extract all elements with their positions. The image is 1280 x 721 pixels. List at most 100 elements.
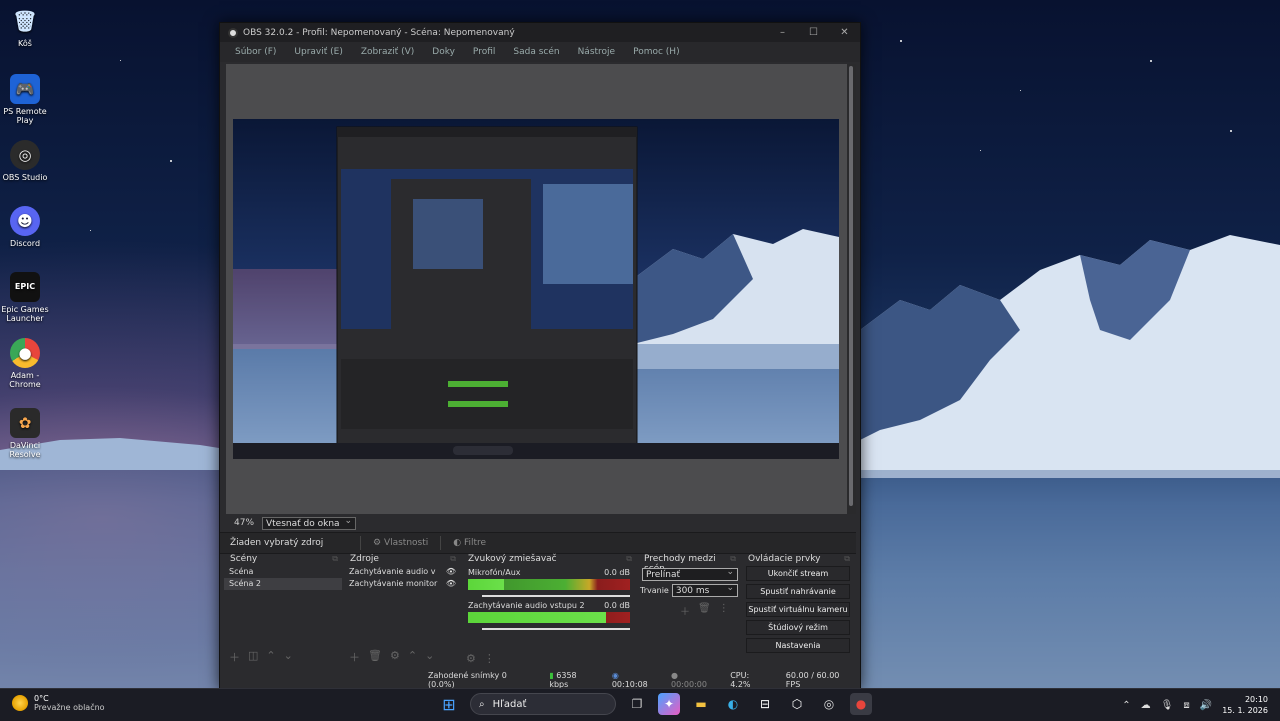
properties-button[interactable]: ⚙ Vlastnosti [360, 536, 440, 550]
move-up-icon[interactable]: ⌃ [408, 649, 417, 665]
menu-profile[interactable]: Profil [464, 47, 504, 57]
weather-widget[interactable]: 0°C Prevažne oblačno [12, 694, 105, 712]
recording-time: ● 00:00:00 [671, 671, 707, 689]
controls-dock: Ovládacie prvky Ukončiť stream Spustiť n… [742, 554, 854, 671]
transitions-title: Prechody medzi scén... [638, 554, 740, 574]
copilot-icon[interactable]: ✦ [658, 693, 680, 715]
add-scene-icon[interactable]: ＋ [229, 649, 240, 665]
volume-icon[interactable]: 🔊 [1200, 700, 1212, 711]
davinci-resolve-icon: ✿ [10, 408, 40, 438]
edge-icon[interactable]: ◐ [722, 693, 744, 715]
cloud-icon[interactable]: ☁ [1141, 700, 1151, 711]
network-icon[interactable]: ⧈ [1183, 700, 1189, 711]
record-icon: ● [671, 671, 678, 680]
obs-window: OBS 32.0.2 - Profil: Nepomenovaný - Scén… [219, 22, 861, 690]
menu-edit[interactable]: Upraviť (E) [285, 47, 351, 57]
stream-time: ◉ 00:10:08 [611, 671, 648, 689]
scene-item[interactable]: Scéna 2 [224, 578, 342, 590]
mixer-title: Zvukový zmiešavač [462, 554, 636, 566]
sources-dock: Zdroje Zachytávanie audio v 👁 Zachytávan… [344, 554, 460, 671]
scene-item[interactable]: Scéna [224, 566, 342, 578]
zoom-bar: 47% Vtesnať do okna [220, 515, 870, 531]
start-recording-button[interactable]: Spustiť nahrávanie [746, 584, 850, 599]
menu-file[interactable]: Súbor (F) [226, 47, 285, 57]
filters-button[interactable]: ◐ Filtre [440, 536, 498, 550]
desktop-icon-davinci-resolve[interactable]: ✿ DaVinci Resolve [0, 408, 50, 459]
menu-bar: Súbor (F) Upraviť (E) Zobraziť (V) Doky … [220, 42, 860, 62]
file-explorer-icon[interactable]: ▬ [690, 693, 712, 715]
task-view-icon[interactable]: ❐ [626, 693, 648, 715]
tray-overflow-icon[interactable]: ⌃ [1122, 700, 1130, 711]
signal-icon: ▮ [549, 671, 554, 680]
menu-help[interactable]: Pomoc (H) [624, 47, 689, 57]
zoom-mode-select[interactable]: Vtesnať do okna [262, 515, 356, 530]
move-up-icon[interactable]: ⌃ [266, 649, 275, 665]
transition-menu-icon[interactable]: ⋮ [719, 603, 729, 618]
dropped-frames: Zahodené snímky 0 (0.0%) [428, 671, 507, 689]
mixer-toolbar: ⚙ ⋮ [466, 652, 495, 665]
desktop-icon-epic-games[interactable]: EPIC Epic Games Launcher [0, 272, 50, 323]
menu-view[interactable]: Zobraziť (V) [352, 47, 423, 57]
weather-icon [12, 695, 28, 711]
move-down-icon[interactable]: ⌄ [425, 649, 434, 665]
scenes-title: Scény [224, 554, 342, 566]
scene-filters-icon[interactable]: ◫ [248, 649, 258, 665]
stop-stream-button[interactable]: Ukončiť stream [746, 566, 850, 581]
minimize-button[interactable]: – [767, 27, 798, 38]
chrome-taskbar-icon[interactable]: ● [850, 693, 872, 715]
volume-slider[interactable] [482, 628, 630, 630]
epic-taskbar-icon[interactable]: ⬡ [786, 693, 808, 715]
move-down-icon[interactable]: ⌄ [284, 649, 293, 665]
microphone-icon[interactable]: 🎙 [1161, 700, 1174, 711]
add-transition-icon[interactable]: ＋ [680, 603, 690, 618]
desktop-icon-ps-remote-play[interactable]: 🎮 PS Remote Play [0, 74, 50, 125]
store-icon[interactable]: ⊟ [754, 693, 776, 715]
fps: 60.00 / 60.00 FPS [785, 671, 840, 689]
title-bar[interactable]: OBS 32.0.2 - Profil: Nepomenovaný - Scén… [220, 23, 860, 42]
desktop-icon-chrome[interactable]: ● Adam - Chrome [0, 338, 50, 389]
desktop-icon-recycle-bin[interactable]: 🗑 Kôš [0, 6, 50, 49]
source-item[interactable]: Zachytávanie audio v 👁 [344, 566, 460, 578]
preview-scrollbar[interactable] [847, 64, 856, 514]
maximize-button[interactable]: ☐ [798, 27, 829, 38]
taskbar-search[interactable]: ⌕ Hľadať [470, 693, 616, 715]
mixer-menu-icon[interactable]: ⋮ [484, 652, 495, 665]
duration-input[interactable]: 300 ms [671, 582, 738, 597]
visibility-lock-icon[interactable]: 👁 [446, 578, 456, 590]
visibility-lock-icon[interactable]: 👁 [446, 566, 456, 578]
mixer-channel: Zachytávanie audio vstupu 2 0.0 dB [468, 601, 630, 630]
scenes-toolbar: ＋ ◫ ⌃ ⌄ [229, 649, 293, 665]
studio-mode-button[interactable]: Štúdiový režim [746, 620, 850, 635]
clock[interactable]: 20:10 15. 1. 2026 [1222, 694, 1268, 716]
obs-studio-icon: ◎ [10, 140, 40, 170]
controls-title: Ovládacie prvky [742, 554, 854, 566]
transition-type-select[interactable]: Prelínať [642, 566, 738, 581]
remove-source-icon[interactable]: 🗑 [368, 649, 382, 665]
start-button[interactable]: ⊞ [438, 693, 460, 715]
advanced-audio-icon[interactable]: ⚙ [466, 652, 476, 665]
menu-docks[interactable]: Doky [423, 47, 464, 57]
source-settings-icon[interactable]: ⚙ [390, 649, 400, 665]
transitions-dock: Prechody medzi scén... Prelínať Trvanie … [638, 554, 740, 671]
epic-games-icon: EPIC [10, 272, 40, 302]
settings-button[interactable]: Nastavenia [746, 638, 850, 653]
taskbar-apps: ⊞ ⌕ Hľadať ❐ ✦ ▬ ◐ ⊟ ⬡ ◎ ● [438, 693, 872, 715]
duration-label: Trvanie [640, 586, 669, 595]
preview-canvas[interactable] [226, 64, 847, 514]
menu-scene-collection[interactable]: Sada scén [504, 47, 568, 57]
search-icon: ⌕ [479, 698, 485, 710]
close-button[interactable]: ✕ [829, 27, 860, 38]
discord-icon: ☻ [10, 206, 40, 236]
volume-meter [468, 612, 630, 623]
menu-tools[interactable]: Nástroje [569, 47, 625, 57]
sources-title: Zdroje [344, 554, 460, 566]
desktop-icon-obs-studio[interactable]: ◎ OBS Studio [0, 140, 50, 182]
start-virtual-camera-button[interactable]: Spustiť virtuálnu kameru [746, 602, 850, 617]
weather-desc: Prevažne oblačno [34, 703, 105, 712]
source-item[interactable]: Zachytávanie monitor 👁 [344, 578, 460, 590]
volume-slider[interactable] [482, 595, 630, 597]
desktop-icon-discord[interactable]: ☻ Discord [0, 206, 50, 248]
add-source-icon[interactable]: ＋ [349, 649, 360, 665]
obs-taskbar-icon[interactable]: ◎ [818, 693, 840, 715]
remove-transition-icon[interactable]: 🗑 [698, 603, 711, 618]
